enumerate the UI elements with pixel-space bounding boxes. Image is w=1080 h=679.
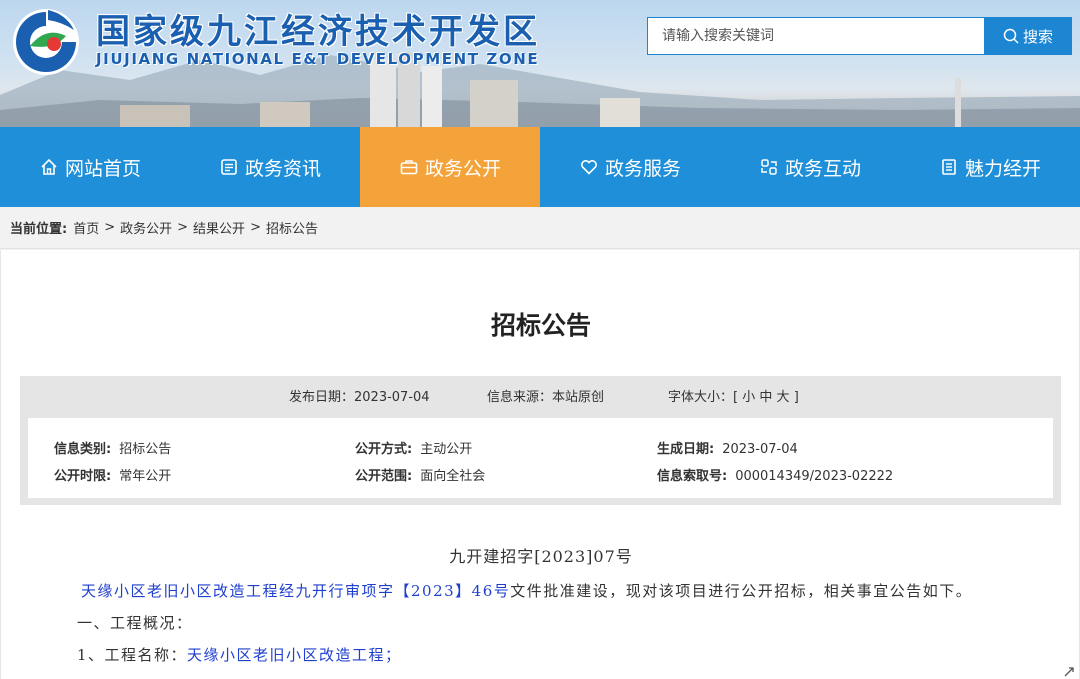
paragraph-text: 文件批准建设，现对该项目进行公开招标，相关事宜公告如下。 — [510, 582, 973, 600]
article-item: 1、工程名称：天缘小区老旧小区改造工程； — [77, 644, 402, 665]
search-icon — [1003, 28, 1019, 44]
font-size-small[interactable]: 小 — [742, 390, 755, 405]
info-scope-value: 面向全社会 — [420, 469, 486, 484]
info-scope: 公开范围: 面向全社会 — [355, 465, 485, 484]
briefcase-icon — [400, 160, 418, 175]
interaction-icon — [761, 159, 777, 175]
nav-item-label: 政务服务 — [604, 157, 681, 180]
heart-icon — [581, 160, 597, 175]
nav-item-news[interactable]: 政务资讯 — [180, 127, 360, 207]
site-header: 国家级九江经济技术开发区 JIUJIANG NATIONAL E&T DEVEL… — [0, 0, 1080, 127]
nav-item-label: 网站首页 — [64, 157, 141, 180]
search-input[interactable] — [647, 17, 984, 55]
site-subtitle: JIUJIANG NATIONAL E&T DEVELOPMENT ZONE — [96, 50, 540, 68]
breadcrumb-separator: > — [177, 220, 189, 235]
info-index-value: 000014349/2023-02222 — [735, 469, 894, 484]
main-nav: 网站首页 政务资讯 政务公开 政务服务 政务互动 魅力经开 — [0, 127, 1080, 207]
info-scope-label: 公开范围: — [355, 469, 413, 484]
search-button-label: 搜索 — [1022, 27, 1053, 46]
item-label: 1、工程名称： — [77, 646, 188, 664]
breadcrumb-home[interactable]: 首页 — [73, 218, 99, 237]
article-title: 招标公告 — [490, 311, 591, 340]
info-period: 公开时限: 常年公开 — [54, 465, 171, 484]
nav-item-charm[interactable]: 魅力经开 — [900, 127, 1080, 207]
info-period-label: 公开时限: — [54, 469, 112, 484]
font-size-large[interactable]: 大 — [777, 390, 790, 405]
nav-item-home[interactable]: 网站首页 — [0, 127, 180, 207]
info-index: 信息索取号: 000014349/2023-02222 — [657, 465, 893, 484]
info-category-label: 信息类别: — [54, 442, 112, 457]
info-gen-date-label: 生成日期: — [657, 442, 715, 457]
nav-item-service[interactable]: 政务服务 — [540, 127, 720, 207]
document-number: 九开建招字[2023]07号 — [449, 547, 633, 566]
info-method-value: 主动公开 — [420, 442, 473, 457]
info-category-value: 招标公告 — [119, 442, 172, 457]
font-size-close: ] — [793, 390, 799, 405]
article-container: 招标公告 发布日期：2023-07-04 信息来源：本站原创 字体大小：[ 小 … — [0, 250, 1080, 679]
back-to-top-icon[interactable] — [1062, 665, 1076, 679]
news-icon — [221, 159, 237, 175]
info-index-label: 信息索取号: — [657, 469, 728, 484]
nav-item-gov-open[interactable]: 政务公开 — [360, 127, 540, 207]
publish-date: 发布日期：2023-07-04 — [289, 390, 430, 405]
breadcrumb-results[interactable]: 结果公开 — [193, 218, 245, 237]
info-table: 信息类别: 招标公告 公开方式: 主动公开 生成日期: 2023-07-04 公开时限… — [20, 412, 1061, 505]
nav-item-label: 政务互动 — [784, 157, 861, 180]
nav-item-label: 魅力经开 — [964, 157, 1041, 180]
section-heading: 一、工程概况： — [77, 614, 193, 632]
article-meta-bar: 发布日期：2023-07-04 信息来源：本站原创 字体大小：[ 小 中 大 ] — [20, 376, 1061, 412]
search-button[interactable]: 搜索 — [984, 17, 1072, 55]
info-gen-date-value: 2023-07-04 — [722, 442, 798, 457]
font-size-label: 字体大小：[ — [668, 390, 739, 405]
info-table-inner: 信息类别: 招标公告 公开方式: 主动公开 生成日期: 2023-07-04 公开时限… — [28, 418, 1053, 498]
font-size-control: 字体大小：[ 小 中 大 ] — [668, 386, 799, 405]
info-category: 信息类别: 招标公告 — [54, 438, 171, 457]
search-bar: 搜索 — [647, 17, 1072, 55]
breadcrumb-current[interactable]: 招标公告 — [266, 218, 318, 237]
info-period-value: 常年公开 — [119, 469, 172, 484]
document-icon — [942, 159, 956, 175]
nav-item-interaction[interactable]: 政务互动 — [720, 127, 900, 207]
home-icon — [41, 158, 57, 175]
info-source: 信息来源：本站原创 — [487, 390, 605, 405]
article-paragraph: 天缘小区老旧小区改造工程经九开行审项字【2023】46号文件批准建设，现对该项目… — [81, 580, 972, 601]
site-title: 国家级九江经济技术开发区 — [96, 12, 540, 52]
info-method: 公开方式: 主动公开 — [355, 438, 472, 457]
item-value: 天缘小区老旧小区改造工程； — [187, 646, 402, 664]
nav-item-label: 政务公开 — [424, 157, 501, 180]
nav-item-label: 政务资讯 — [244, 157, 321, 180]
breadcrumb-separator: > — [104, 220, 116, 235]
project-reference: 天缘小区老旧小区改造工程经九开行审项字【2023】46号 — [81, 582, 511, 600]
breadcrumb: 当前位置: 首页 > 政务公开 > 结果公开 > 招标公告 — [0, 207, 1080, 249]
site-logo-icon — [13, 9, 79, 75]
font-size-medium[interactable]: 中 — [759, 390, 772, 405]
breadcrumb-gov-open[interactable]: 政务公开 — [120, 218, 172, 237]
breadcrumb-label: 当前位置: — [10, 222, 68, 237]
breadcrumb-separator: > — [250, 220, 261, 235]
info-method-label: 公开方式: — [355, 442, 413, 457]
info-gen-date: 生成日期: 2023-07-04 — [657, 438, 798, 457]
